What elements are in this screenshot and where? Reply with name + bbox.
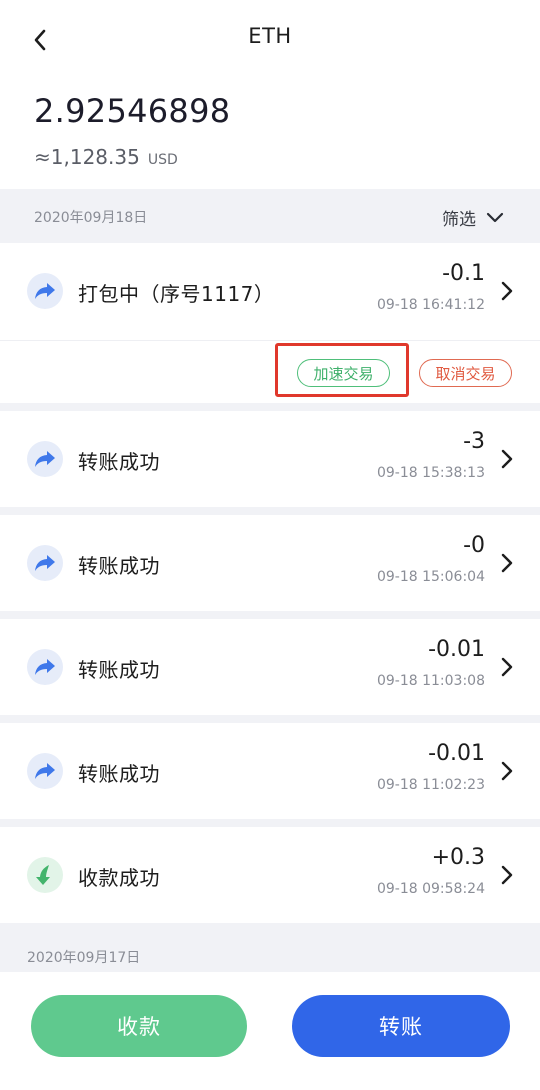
transaction-amount: -0.01 bbox=[428, 741, 485, 766]
send-icon bbox=[27, 273, 63, 309]
transaction-time: 09-18 09:58:24 bbox=[376, 881, 485, 897]
transaction-label: 转账成功 bbox=[78, 554, 160, 578]
transaction-amount: -0.01 bbox=[428, 637, 485, 662]
fiat-unit: USD bbox=[147, 152, 178, 168]
transaction-time: 09-18 15:06:04 bbox=[376, 569, 485, 585]
transaction-row[interactable]: 转账成功 -0.01 09-18 11:03:08 bbox=[0, 619, 540, 715]
receive-button[interactable]: 收款 bbox=[31, 995, 247, 1057]
transaction-row[interactable]: 转账成功 -3 09-18 15:38:13 bbox=[0, 411, 540, 507]
send-icon bbox=[27, 649, 63, 685]
send-icon bbox=[27, 545, 63, 581]
eth-wallet-screen: ETH 2.92546898 ≈1,128.35 USD 2020年09月18日… bbox=[0, 0, 540, 1090]
separator bbox=[0, 611, 540, 619]
chevron-right-icon bbox=[501, 449, 513, 469]
transaction-time: 09-18 11:03:08 bbox=[376, 673, 485, 689]
cancel-transaction-button[interactable]: 取消交易 bbox=[419, 359, 512, 387]
balance-amount: 2.92546898 bbox=[34, 92, 231, 130]
send-icon bbox=[27, 441, 63, 477]
separator bbox=[0, 715, 540, 723]
transaction-label: 转账成功 bbox=[78, 762, 160, 786]
receive-icon bbox=[27, 857, 63, 893]
chevron-right-icon bbox=[501, 865, 513, 885]
filter-label: 筛选 bbox=[442, 210, 476, 230]
transaction-label: 转账成功 bbox=[78, 450, 160, 474]
transaction-label: 打包中（序号1117） bbox=[78, 282, 275, 306]
separator bbox=[0, 819, 540, 827]
separator bbox=[0, 507, 540, 515]
transaction-row[interactable]: 转账成功 -0 09-18 15:06:04 bbox=[0, 515, 540, 611]
chevron-right-icon bbox=[501, 553, 513, 573]
chevron-right-icon bbox=[501, 657, 513, 677]
highlight-annotation bbox=[275, 343, 409, 397]
chevron-right-icon bbox=[501, 761, 513, 781]
date-header: 2020年09月17日 bbox=[0, 923, 540, 972]
transaction-time: 09-18 15:38:13 bbox=[376, 465, 485, 481]
transaction-time: 09-18 11:02:23 bbox=[376, 777, 485, 793]
separator bbox=[0, 403, 540, 411]
date-header: 2020年09月18日 筛选 bbox=[0, 189, 540, 243]
send-icon bbox=[27, 753, 63, 789]
page-title: ETH bbox=[248, 24, 292, 48]
chevron-right-icon bbox=[501, 281, 513, 301]
date-label: 2020年09月17日 bbox=[27, 950, 141, 966]
transaction-amount: -3 bbox=[463, 429, 485, 454]
date-label: 2020年09月18日 bbox=[34, 210, 148, 226]
transaction-amount: +0.3 bbox=[431, 845, 485, 870]
transaction-label: 收款成功 bbox=[78, 866, 160, 890]
transfer-button[interactable]: 转账 bbox=[292, 995, 510, 1057]
balance-fiat: ≈1,128.35 USD bbox=[34, 145, 178, 169]
transaction-row[interactable]: 转账成功 -0.01 09-18 11:02:23 bbox=[0, 723, 540, 819]
transaction-amount: -0.1 bbox=[442, 261, 485, 286]
fiat-value: ≈1,128.35 bbox=[34, 145, 140, 169]
filter-button[interactable]: 筛选 bbox=[442, 205, 504, 230]
header: ETH bbox=[0, 0, 540, 80]
transaction-row[interactable]: 收款成功 +0.3 09-18 09:58:24 bbox=[0, 827, 540, 923]
transaction-label: 转账成功 bbox=[78, 658, 160, 682]
chevron-down-icon bbox=[486, 212, 504, 222]
transaction-row[interactable]: 打包中（序号1117） -0.1 09-18 16:41:12 bbox=[0, 243, 540, 339]
transaction-time: 09-18 16:41:12 bbox=[376, 297, 485, 313]
transaction-amount: -0 bbox=[463, 533, 485, 558]
